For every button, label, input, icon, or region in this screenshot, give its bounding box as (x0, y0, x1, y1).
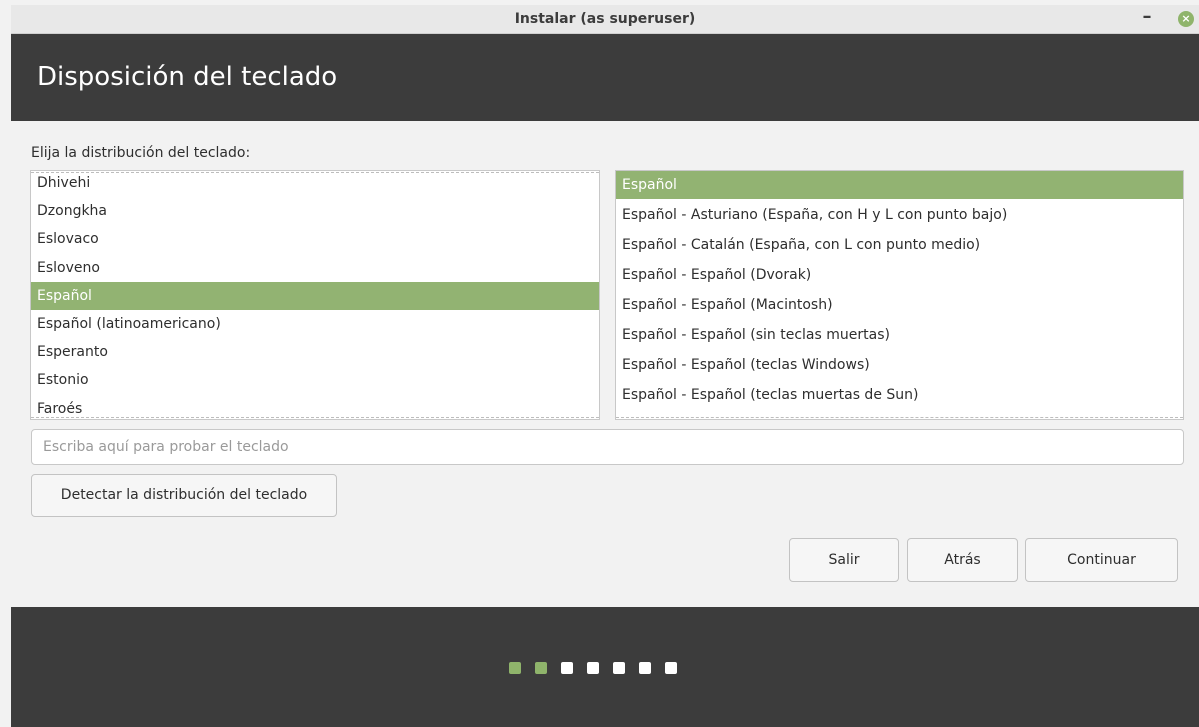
layout-list-item[interactable]: Dzongkha (31, 197, 599, 225)
continue-button[interactable]: Continuar (1025, 538, 1178, 582)
layout-list-item[interactable]: Dhivehi (31, 171, 599, 197)
close-button[interactable]: × (1178, 11, 1194, 27)
variant-list-item[interactable]: Español - Español (Macintosh) (616, 291, 1183, 319)
variant-list-item[interactable]: Español - Español (teclas Windows) (616, 351, 1183, 379)
layout-list-item[interactable]: Estonio (31, 366, 599, 394)
back-button[interactable]: Atrás (907, 538, 1018, 582)
variant-list-item[interactable]: Español - Español (teclas muertas de Sun… (616, 381, 1183, 409)
layout-list-item[interactable]: Faroés (31, 395, 599, 419)
keyboard-layout-list[interactable]: Dhivehi Dzongkha Eslovaco Esloveno Español Es… (30, 170, 600, 420)
progress-step-done (535, 662, 547, 674)
layout-list-item[interactable]: Español (31, 281, 599, 310)
progress-step-pending (613, 662, 625, 674)
layout-list-item[interactable]: Español (latinoamericano) (31, 310, 599, 338)
variant-list-item[interactable]: Español - Español (Dvorak) (616, 261, 1183, 289)
progress-step-pending (587, 662, 599, 674)
page-header: Disposición del teclado (11, 34, 1199, 121)
progress-step-pending (639, 662, 651, 674)
keyboard-variant-list[interactable]: Español Español - Asturiano (España, con … (615, 170, 1184, 420)
window-title: Instalar (as superuser) (514, 11, 696, 27)
minimize-button[interactable]: – (1137, 6, 1157, 27)
variant-list-item[interactable]: Español - Asturiano (España, con H y L c… (616, 201, 1183, 229)
detect-layout-button[interactable]: Detectar la distribución del teclado (31, 474, 337, 517)
window-edge (0, 0, 11, 727)
variant-list-item[interactable]: Español - Catalán (España, con L con pun… (616, 231, 1183, 259)
quit-button[interactable]: Salir (789, 538, 899, 582)
progress-step-done (509, 662, 521, 674)
layout-list-item[interactable]: Eslovaco (31, 225, 599, 253)
variant-list-item[interactable]: Español - Español (sin teclas muertas) (616, 321, 1183, 349)
layout-list-item[interactable]: Esperanto (31, 338, 599, 366)
progress-step-pending (665, 662, 677, 674)
progress-footer (11, 607, 1199, 727)
step-progress-indicator (509, 662, 677, 674)
layout-list-item[interactable]: Esloveno (31, 254, 599, 282)
instruction-label: Elija la distribución del teclado: (31, 145, 251, 161)
page-title: Disposición del teclado (37, 62, 338, 92)
variant-list-item[interactable]: Español (616, 171, 1183, 199)
keyboard-test-input[interactable] (31, 429, 1184, 465)
window-titlebar: Instalar (as superuser) – × (11, 5, 1199, 34)
list-divider (616, 417, 1183, 418)
progress-step-pending (561, 662, 573, 674)
